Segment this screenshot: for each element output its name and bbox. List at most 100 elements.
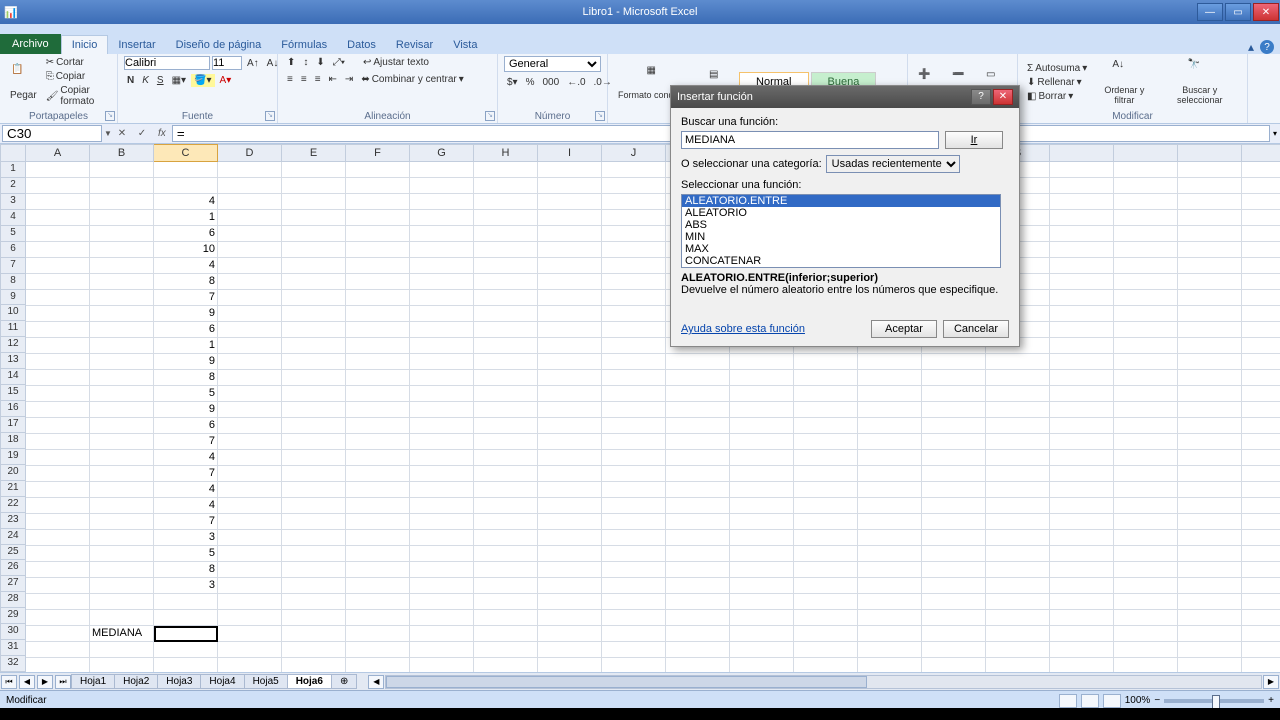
row-header-6[interactable]: 6 — [0, 242, 26, 258]
ok-button[interactable]: Aceptar — [871, 320, 937, 338]
row-header-22[interactable]: 22 — [0, 497, 26, 513]
row-header-19[interactable]: 19 — [0, 449, 26, 465]
row-header-25[interactable]: 25 — [0, 545, 26, 561]
row-header-20[interactable]: 20 — [0, 465, 26, 481]
autosum-button[interactable]: ΣAutosuma▾ — [1024, 62, 1090, 75]
cell[interactable]: = — [154, 626, 218, 642]
align-center-button[interactable]: ≡ — [298, 73, 310, 86]
sheet-tab-Hoja3[interactable]: Hoja3 — [157, 674, 201, 689]
cell[interactable] — [474, 434, 538, 450]
cell[interactable] — [410, 210, 474, 226]
cell[interactable] — [282, 386, 346, 402]
cell[interactable] — [346, 466, 410, 482]
function-list-item[interactable]: MAX — [682, 243, 1000, 255]
cell[interactable] — [858, 546, 922, 562]
cell[interactable] — [794, 514, 858, 530]
cell[interactable] — [858, 354, 922, 370]
cell[interactable] — [410, 498, 474, 514]
cell[interactable] — [1242, 226, 1280, 242]
function-help-link[interactable]: Ayuda sobre esta función — [681, 323, 805, 335]
cell[interactable] — [922, 466, 986, 482]
cell[interactable] — [730, 594, 794, 610]
cell[interactable] — [1178, 354, 1242, 370]
cell[interactable] — [346, 546, 410, 562]
cell[interactable] — [1178, 610, 1242, 626]
cell[interactable] — [410, 402, 474, 418]
cell[interactable] — [90, 498, 154, 514]
cell[interactable] — [410, 194, 474, 210]
row-header-30[interactable]: 30 — [0, 624, 26, 640]
tab-data[interactable]: Datos — [337, 36, 386, 54]
cell[interactable] — [1242, 386, 1280, 402]
cell[interactable] — [346, 626, 410, 642]
cell[interactable] — [26, 242, 90, 258]
cell[interactable] — [602, 290, 666, 306]
cell[interactable] — [410, 226, 474, 242]
cell[interactable] — [346, 338, 410, 354]
cell[interactable] — [346, 258, 410, 274]
cell[interactable] — [1242, 370, 1280, 386]
cell[interactable] — [986, 642, 1050, 658]
cell[interactable] — [410, 578, 474, 594]
cell[interactable] — [282, 530, 346, 546]
cell[interactable] — [538, 226, 602, 242]
cell[interactable] — [858, 594, 922, 610]
cell[interactable] — [218, 594, 282, 610]
cell[interactable] — [90, 466, 154, 482]
cell[interactable] — [474, 658, 538, 672]
cell[interactable] — [666, 498, 730, 514]
cell[interactable] — [474, 306, 538, 322]
cell[interactable] — [1114, 322, 1178, 338]
cell[interactable] — [410, 322, 474, 338]
page-layout-view-button[interactable] — [1081, 694, 1099, 708]
cell[interactable] — [26, 642, 90, 658]
cell[interactable] — [1242, 626, 1280, 642]
cell[interactable] — [1114, 162, 1178, 178]
cell[interactable] — [346, 178, 410, 194]
cell[interactable] — [282, 578, 346, 594]
cell[interactable] — [730, 530, 794, 546]
row-header-28[interactable]: 28 — [0, 592, 26, 608]
cell[interactable] — [730, 610, 794, 626]
cell[interactable] — [1178, 258, 1242, 274]
enter-formula-button[interactable]: ✓ — [134, 126, 150, 142]
cell[interactable] — [666, 514, 730, 530]
row-header-3[interactable]: 3 — [0, 194, 26, 210]
cell[interactable] — [26, 322, 90, 338]
cell[interactable] — [1050, 498, 1114, 514]
cell[interactable] — [602, 338, 666, 354]
cell[interactable]: 4 — [154, 482, 218, 498]
cell[interactable] — [1114, 658, 1178, 672]
cell[interactable] — [90, 450, 154, 466]
cell[interactable] — [1114, 290, 1178, 306]
cell[interactable] — [90, 178, 154, 194]
cell[interactable] — [1050, 562, 1114, 578]
cell[interactable]: 6 — [154, 226, 218, 242]
cell[interactable] — [666, 370, 730, 386]
tab-review[interactable]: Revisar — [386, 36, 443, 54]
orientation-button[interactable]: ⤢▾ — [330, 56, 348, 69]
cell[interactable] — [986, 594, 1050, 610]
cell[interactable] — [666, 658, 730, 672]
cell[interactable] — [538, 530, 602, 546]
cell[interactable] — [1242, 242, 1280, 258]
cell[interactable] — [1242, 258, 1280, 274]
cell[interactable] — [1178, 210, 1242, 226]
cell[interactable] — [282, 178, 346, 194]
name-box[interactable] — [2, 125, 102, 142]
cell[interactable] — [1114, 482, 1178, 498]
clipboard-launcher[interactable]: ↘ — [105, 111, 115, 121]
cell[interactable] — [1050, 322, 1114, 338]
dialog-close-button[interactable]: ✕ — [993, 89, 1013, 105]
cell[interactable] — [986, 434, 1050, 450]
cell[interactable]: 8 — [154, 274, 218, 290]
cell[interactable] — [410, 418, 474, 434]
cell[interactable] — [794, 466, 858, 482]
cell[interactable] — [858, 450, 922, 466]
fill-button[interactable]: ⬇Rellenar▾ — [1024, 76, 1090, 89]
cell[interactable] — [1178, 418, 1242, 434]
cell[interactable] — [346, 530, 410, 546]
cell[interactable] — [538, 402, 602, 418]
cell[interactable] — [1178, 402, 1242, 418]
cell[interactable] — [1242, 434, 1280, 450]
